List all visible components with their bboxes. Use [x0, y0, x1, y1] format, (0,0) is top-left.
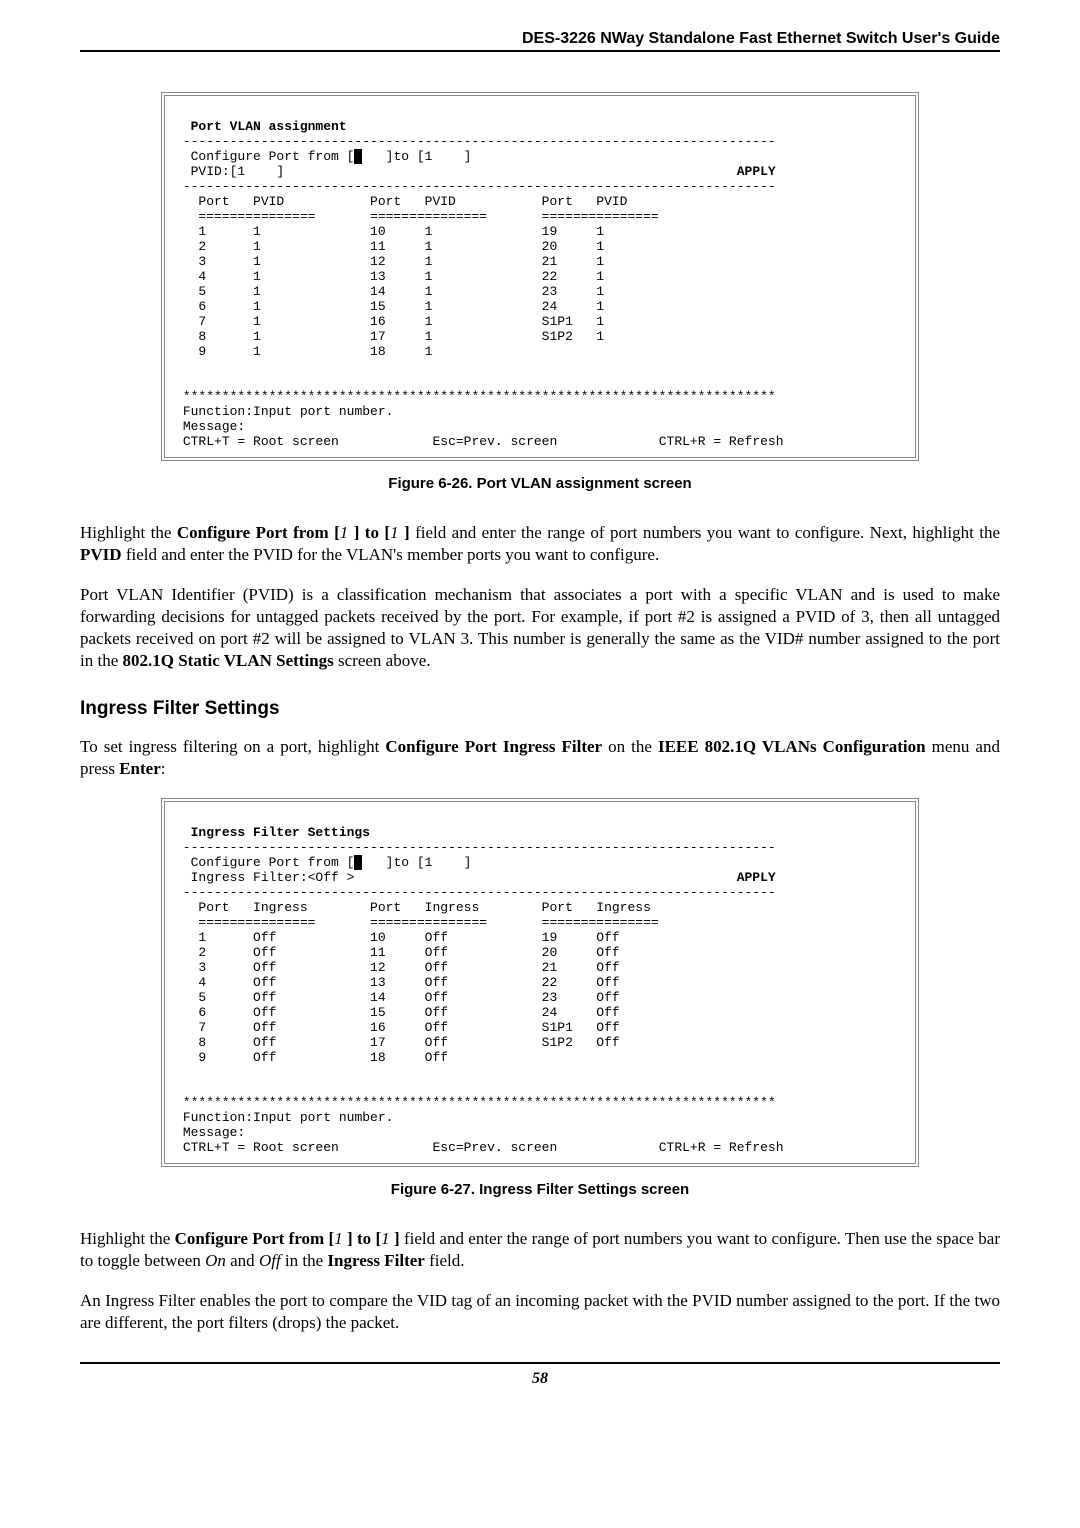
t1-apply: APPLY	[737, 164, 776, 179]
t1-fm: Esc=Prev. screen	[432, 434, 557, 449]
t2-msg: Message:	[183, 1125, 245, 1140]
terminal-content: Port VLAN assignment -------------------…	[175, 104, 905, 449]
t1-fr: CTRL+R = Refresh	[659, 434, 784, 449]
t2-config-label: Configure Port from [	[191, 855, 355, 870]
t1-fl: CTRL+T = Root screen	[183, 434, 339, 449]
t2-config-mid: ]to [1 ]	[362, 855, 471, 870]
page-number: 58	[532, 1370, 548, 1387]
t2-ing-filter: Ingress Filter:<Off >	[191, 870, 355, 885]
t2-fm: Esc=Prev. screen	[432, 1140, 557, 1155]
t2-title: Ingress Filter Settings	[191, 825, 370, 840]
paragraph-5: An Ingress Filter enables the port to co…	[80, 1290, 1000, 1334]
figure1-caption: Figure 6-26. Port VLAN assignment screen	[80, 475, 1000, 492]
paragraph-3: To set ingress filtering on a port, high…	[80, 736, 1000, 780]
figure2-caption: Figure 6-27. Ingress Filter Settings scr…	[80, 1181, 1000, 1198]
t1-config-mid: ]to [1 ]	[362, 149, 471, 164]
t1-pvid: PVID:[1 ]	[191, 164, 285, 179]
header-title: DES-3226 NWay Standalone Fast Ethernet S…	[80, 30, 1000, 48]
paragraph-4: Highlight the Configure Port from [1 ] t…	[80, 1228, 1000, 1272]
t2-fr: CTRL+R = Refresh	[659, 1140, 784, 1155]
terminal-screenshot-ingress: Ingress Filter Settings ----------------…	[161, 798, 919, 1167]
terminal-screenshot-vlan: Port VLAN assignment -------------------…	[161, 92, 919, 461]
t1-func: Function:Input port number.	[183, 404, 394, 419]
paragraph-2: Port VLAN Identifier (PVID) is a classif…	[80, 584, 1000, 672]
section-heading: Ingress Filter Settings	[80, 698, 1000, 720]
page-header: DES-3226 NWay Standalone Fast Ethernet S…	[80, 30, 1000, 52]
terminal-content-2: Ingress Filter Settings ----------------…	[175, 810, 905, 1155]
paragraph-1: Highlight the Configure Port from [1 ] t…	[80, 522, 1000, 566]
t2-func: Function:Input port number.	[183, 1110, 394, 1125]
t2-fl: CTRL+T = Root screen	[183, 1140, 339, 1155]
t1-config-label: Configure Port from [	[191, 149, 355, 164]
t2-apply: APPLY	[737, 870, 776, 885]
term1-title: Port VLAN assignment	[191, 119, 347, 134]
t1-msg: Message:	[183, 419, 245, 434]
page-footer: 58	[80, 1362, 1000, 1388]
